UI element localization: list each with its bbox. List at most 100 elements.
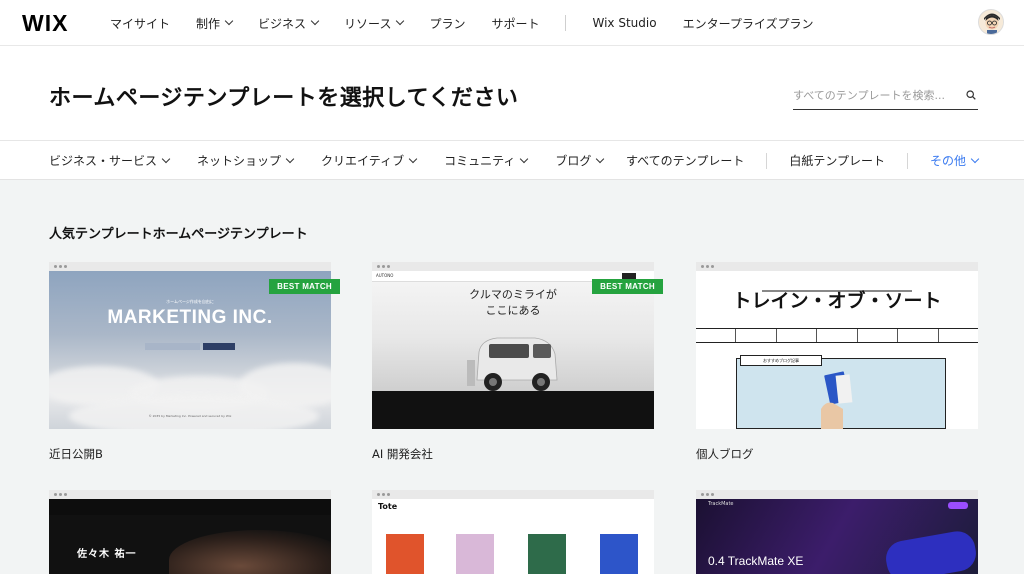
nav-plans[interactable]: プラン xyxy=(429,15,465,32)
preview-tab: おすすめブログ記事 xyxy=(740,355,822,366)
chevron-down-icon xyxy=(970,154,980,163)
category-menu: ビジネス・サービス ネットショップ クリエイティブ コミュニティ ブログ xyxy=(49,141,631,180)
chevron-down-icon xyxy=(161,154,171,163)
category-community[interactable]: コミュニティ xyxy=(444,152,529,169)
nav-label: 制作 xyxy=(196,16,221,31)
template-card-coming-soon-b[interactable]: ホームページ作成を自由に MARKETING INC. © 2035 by Ma… xyxy=(49,262,340,462)
avatar[interactable] xyxy=(978,9,1004,35)
template-thumbnail[interactable]: トレイン・オブ・ソート おすすめブログ記事 xyxy=(696,262,978,429)
preview-button xyxy=(145,343,200,350)
nav-label: ビジネス xyxy=(258,16,307,31)
category-label: コミュニティ xyxy=(444,154,516,168)
section-title: 人気テンプレートホームページテンプレート xyxy=(49,227,308,242)
nav-resources[interactable]: リソース xyxy=(344,15,405,32)
divider xyxy=(906,152,908,169)
template-search xyxy=(793,82,978,110)
chevron-down-icon xyxy=(408,154,418,163)
nav-label: サポート xyxy=(491,16,540,31)
preview-brand: AUTONO xyxy=(376,273,394,278)
nav-label: エンタープライズプラン xyxy=(682,16,814,31)
nav-business[interactable]: ビジネス xyxy=(258,15,320,32)
nav-label: プラン xyxy=(429,16,466,31)
category-links: すべてのテンプレート 白紙テンプレート その他 xyxy=(626,141,980,180)
best-match-badge: BEST MATCH xyxy=(592,279,663,294)
preview-feature-box xyxy=(736,358,946,429)
nav-label: リソース xyxy=(344,16,392,31)
tote-product xyxy=(456,534,494,574)
category-label: ビジネス・サービス xyxy=(49,154,158,168)
template-name[interactable]: AI 開発会社 xyxy=(372,446,654,462)
chevron-down-icon xyxy=(285,154,295,163)
category-online-store[interactable]: ネットショップ xyxy=(197,152,295,169)
main-menu: マイサイト 制作 ビジネス リソース プラン サポート Wix Studio エ… xyxy=(110,0,839,46)
browser-chrome xyxy=(696,490,978,499)
category-bar: ビジネス・サービス ネットショップ クリエイティブ コミュニティ ブログ すべて… xyxy=(0,141,1024,180)
search-icon[interactable] xyxy=(966,90,976,100)
best-match-badge: BEST MATCH xyxy=(269,279,340,294)
browser-chrome xyxy=(49,490,331,499)
chevron-down-icon xyxy=(596,154,605,163)
category-label: ブログ xyxy=(555,154,592,168)
browser-chrome xyxy=(372,490,654,499)
divider xyxy=(766,152,768,169)
nav-create[interactable]: 制作 xyxy=(196,15,234,32)
category-label: クリエイティブ xyxy=(321,154,405,168)
preview-footer: © 2035 by Marketing Inc. Powered and sec… xyxy=(148,414,232,418)
category-label: ネットショップ xyxy=(197,154,282,168)
more-dropdown[interactable]: その他 xyxy=(930,152,980,169)
browser-chrome xyxy=(696,262,978,271)
template-card-personal-blog[interactable]: トレイン・オブ・ソート おすすめブログ記事 個人ブログ xyxy=(696,262,978,462)
chevron-down-icon xyxy=(310,16,320,26)
nav-wix-studio[interactable]: Wix Studio xyxy=(592,16,656,30)
hand-book-illustration xyxy=(821,371,853,429)
template-card-trackmate[interactable]: TrackMate 0.4 TrackMate XE xyxy=(696,490,978,574)
tote-product xyxy=(386,534,424,574)
car-illustration xyxy=(467,337,558,391)
browser-chrome xyxy=(372,262,654,271)
preview-menu xyxy=(696,329,978,342)
preview-subtitle: ホームページ作成を自由に xyxy=(166,299,214,304)
preview-brand: Tote xyxy=(378,502,398,511)
watch-product xyxy=(883,528,978,574)
template-card-tote-shop[interactable]: Tote xyxy=(372,490,654,574)
chevron-down-icon xyxy=(520,154,529,163)
preview-button xyxy=(203,343,235,350)
template-name[interactable]: 近日公開B xyxy=(49,446,331,462)
preview-dark-band xyxy=(372,391,654,429)
tote-product xyxy=(600,534,638,574)
browser-chrome xyxy=(49,262,331,271)
page-title: ホームページテンプレートを選択してください xyxy=(49,86,519,111)
chevron-down-icon xyxy=(224,16,234,26)
category-business-services[interactable]: ビジネス・サービス xyxy=(49,152,171,169)
page-header: ホームページテンプレートを選択してください xyxy=(0,46,1024,141)
template-card-ai-company[interactable]: AUTONO クルマのミライが ここにある BEST MATCH AI 開発会社 xyxy=(372,262,663,462)
preview-nav xyxy=(49,499,331,515)
category-creative[interactable]: クリエイティブ xyxy=(321,152,418,169)
divider xyxy=(696,342,978,343)
nav-divider xyxy=(565,15,567,31)
nav-my-sites[interactable]: マイサイト xyxy=(110,15,170,32)
template-name[interactable]: 個人ブログ xyxy=(696,446,978,462)
preview-photo xyxy=(169,530,331,574)
nav-label: マイサイト xyxy=(110,16,171,31)
nav-label: Wix Studio xyxy=(592,16,657,30)
preview-brand: TrackMate xyxy=(708,501,734,507)
blank-templates-link[interactable]: 白紙テンプレート xyxy=(789,152,885,169)
avatar-illustration xyxy=(979,10,1003,34)
category-blog[interactable]: ブログ xyxy=(555,152,605,169)
all-templates-link[interactable]: すべてのテンプレート xyxy=(626,152,744,169)
nav-enterprise[interactable]: エンタープライズプラン xyxy=(683,15,814,32)
template-card-portfolio[interactable]: 佐々木 祐一 xyxy=(49,490,331,574)
tote-product xyxy=(528,534,566,574)
preview-title: 佐々木 祐一 xyxy=(77,549,137,560)
preview-title-line: ここにある xyxy=(485,304,541,317)
preview-tagline xyxy=(696,277,978,292)
search-input[interactable] xyxy=(793,89,953,102)
preview-title: MARKETING INC. xyxy=(107,307,273,328)
sky-background xyxy=(49,271,331,429)
top-navigation: WIX マイサイト 制作 ビジネス リソース プラン サポート Wix Stud… xyxy=(0,0,1024,46)
chevron-down-icon xyxy=(396,16,405,26)
wix-logo[interactable]: WIX xyxy=(22,10,68,37)
preview-nav-button xyxy=(948,502,968,509)
nav-support[interactable]: サポート xyxy=(491,15,539,32)
